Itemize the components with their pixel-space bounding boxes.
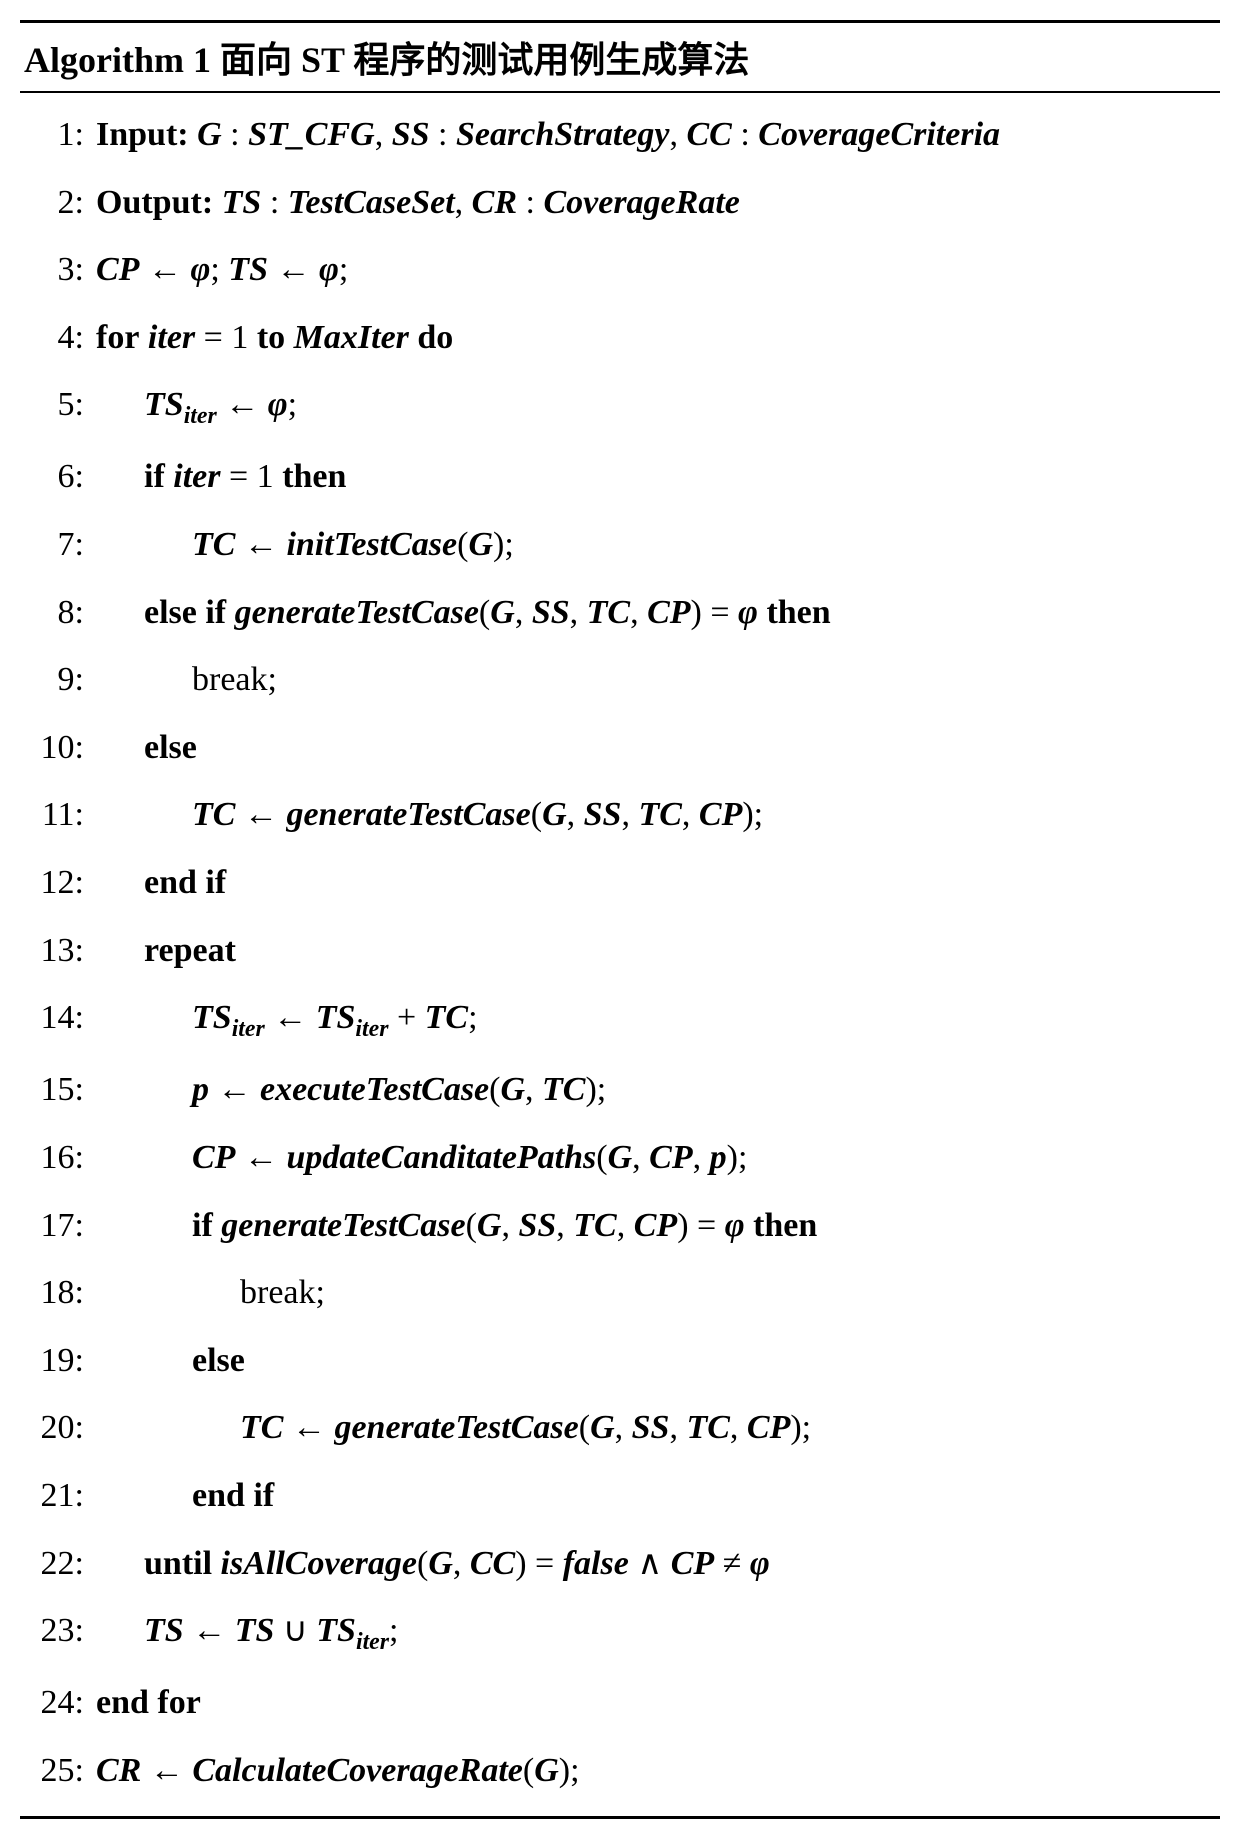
algo-line: 16:CP ← updateCanditatePaths(G, CP, p); (24, 1124, 1216, 1192)
algo-line: 23:TS ← TS ∪ TSiter; (24, 1597, 1216, 1669)
line-number: 12: (24, 859, 96, 907)
line-content: break; (96, 1269, 1216, 1317)
line-content: else if generateTestCase(G, SS, TC, CP) … (96, 589, 1216, 637)
line-number: 2: (24, 179, 96, 227)
line-number: 21: (24, 1472, 96, 1520)
algo-line: 11:TC ← generateTestCase(G, SS, TC, CP); (24, 781, 1216, 849)
line-number: 15: (24, 1066, 96, 1114)
algo-line: 25:CR ← CalculateCoverageRate(G); (24, 1737, 1216, 1805)
algo-line: 12:end if (24, 849, 1216, 917)
algo-line: 1:Input: G : ST_CFG, SS : SearchStrategy… (24, 101, 1216, 169)
line-content: CP ← updateCanditatePaths(G, CP, p); (96, 1134, 1216, 1182)
line-number: 23: (24, 1607, 96, 1655)
line-content: TC ← generateTestCase(G, SS, TC, CP); (96, 1404, 1216, 1452)
algo-line: 8:else if generateTestCase(G, SS, TC, CP… (24, 579, 1216, 647)
line-content: else (96, 1337, 1216, 1385)
line-content: if iter = 1 then (96, 453, 1216, 501)
line-number: 7: (24, 521, 96, 569)
line-number: 18: (24, 1269, 96, 1317)
algo-line: 4:for iter = 1 to MaxIter do (24, 304, 1216, 372)
line-number: 3: (24, 246, 96, 294)
line-content: TC ← initTestCase(G); (96, 521, 1216, 569)
line-number: 9: (24, 656, 96, 704)
algo-line: 5:TSiter ← φ; (24, 371, 1216, 443)
algo-line: 17:if generateTestCase(G, SS, TC, CP) = … (24, 1192, 1216, 1260)
line-content: TS ← TS ∪ TSiter; (96, 1607, 1216, 1659)
line-number: 19: (24, 1337, 96, 1385)
line-number: 25: (24, 1747, 96, 1795)
line-content: end for (96, 1679, 1216, 1727)
algo-line: 9:break; (24, 646, 1216, 714)
line-content: if generateTestCase(G, SS, TC, CP) = φ t… (96, 1202, 1216, 1250)
line-content: end if (96, 859, 1216, 907)
algo-line: 19:else (24, 1327, 1216, 1395)
algorithm-number: Algorithm 1 (24, 40, 211, 80)
line-number: 4: (24, 314, 96, 362)
algo-line: 21:end if (24, 1462, 1216, 1530)
line-content: for iter = 1 to MaxIter do (96, 314, 1216, 362)
line-content: Input: G : ST_CFG, SS : SearchStrategy, … (96, 111, 1216, 159)
line-number: 14: (24, 994, 96, 1042)
line-content: CR ← CalculateCoverageRate(G); (96, 1747, 1216, 1795)
algorithm-title: 面向 ST 程序的测试用例生成算法 (220, 40, 749, 80)
algo-line: 22:until isAllCoverage(G, CC) = false ∧ … (24, 1530, 1216, 1598)
line-number: 11: (24, 791, 96, 839)
algo-line: 2:Output: TS : TestCaseSet, CR : Coverag… (24, 169, 1216, 237)
algorithm-header: Algorithm 1 面向 ST 程序的测试用例生成算法 (20, 23, 1220, 93)
line-number: 20: (24, 1404, 96, 1452)
algo-line: 10:else (24, 714, 1216, 782)
algo-line: 6:if iter = 1 then (24, 443, 1216, 511)
algo-line: 7:TC ← initTestCase(G); (24, 511, 1216, 579)
line-number: 16: (24, 1134, 96, 1182)
algo-line: 14:TSiter ← TSiter + TC; (24, 984, 1216, 1056)
line-number: 1: (24, 111, 96, 159)
algo-line: 3:CP ← φ; TS ← φ; (24, 236, 1216, 304)
algo-line: 18:break; (24, 1259, 1216, 1327)
line-number: 24: (24, 1679, 96, 1727)
line-number: 5: (24, 381, 96, 429)
line-content: else (96, 724, 1216, 772)
line-content: Output: TS : TestCaseSet, CR : CoverageR… (96, 179, 1216, 227)
line-content: TSiter ← TSiter + TC; (96, 994, 1216, 1046)
line-content: end if (96, 1472, 1216, 1520)
line-number: 8: (24, 589, 96, 637)
line-number: 17: (24, 1202, 96, 1250)
line-number: 10: (24, 724, 96, 772)
line-content: TC ← generateTestCase(G, SS, TC, CP); (96, 791, 1216, 839)
line-number: 13: (24, 927, 96, 975)
line-content: CP ← φ; TS ← φ; (96, 246, 1216, 294)
algorithm-body: 1:Input: G : ST_CFG, SS : SearchStrategy… (20, 93, 1220, 1816)
algorithm-block: Algorithm 1 面向 ST 程序的测试用例生成算法 1:Input: G… (20, 20, 1220, 1819)
line-content: p ← executeTestCase(G, TC); (96, 1066, 1216, 1114)
line-content: repeat (96, 927, 1216, 975)
algo-line: 24:end for (24, 1669, 1216, 1737)
algo-line: 20:TC ← generateTestCase(G, SS, TC, CP); (24, 1394, 1216, 1462)
line-content: TSiter ← φ; (96, 381, 1216, 433)
algo-line: 13:repeat (24, 917, 1216, 985)
line-content: until isAllCoverage(G, CC) = false ∧ CP … (96, 1540, 1216, 1588)
line-number: 6: (24, 453, 96, 501)
line-number: 22: (24, 1540, 96, 1588)
line-content: break; (96, 656, 1216, 704)
algo-line: 15:p ← executeTestCase(G, TC); (24, 1056, 1216, 1124)
